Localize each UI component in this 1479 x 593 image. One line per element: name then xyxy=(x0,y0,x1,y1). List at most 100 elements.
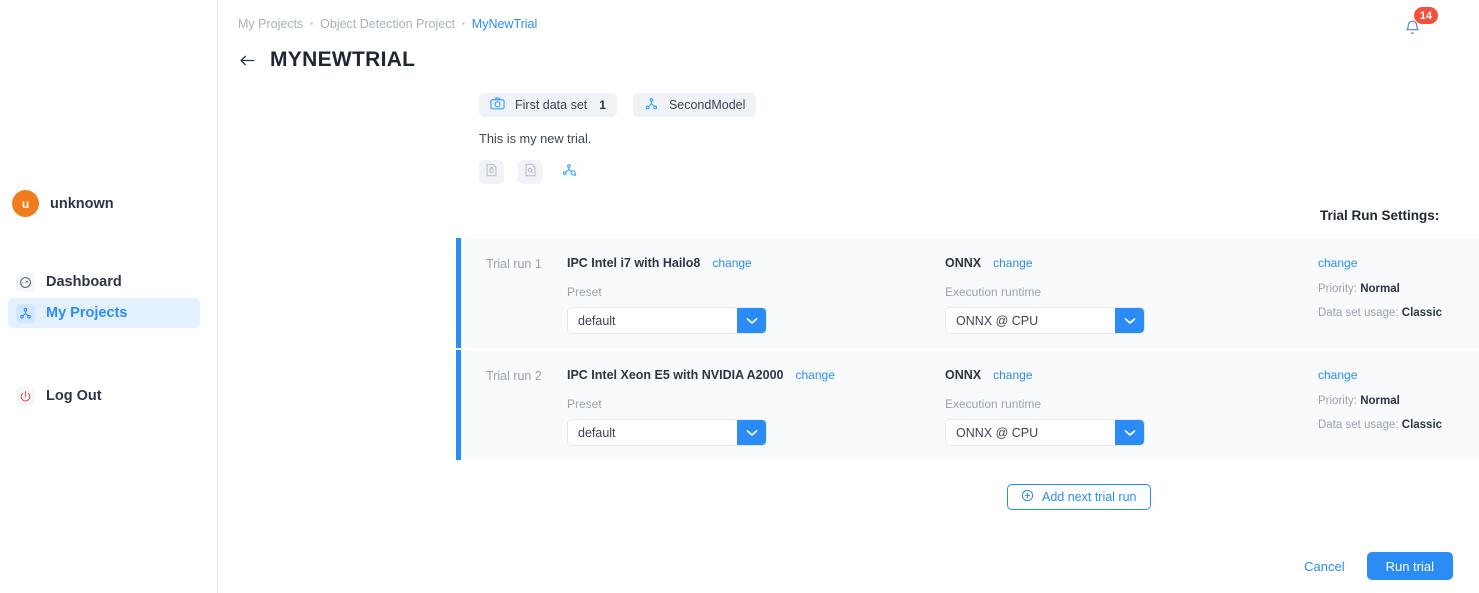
logout-section: Log Out xyxy=(8,381,200,412)
priority-value: Normal xyxy=(1360,395,1400,407)
data-set-usage-row: Data set usage: Classic xyxy=(1318,419,1442,431)
preset-label: Preset xyxy=(567,397,602,411)
sidebar-item-label: My Projects xyxy=(46,305,128,321)
breadcrumb-item-my-projects[interactable]: My Projects xyxy=(238,17,303,31)
data-set-usage-label: Data set usage: xyxy=(1318,419,1399,431)
run-name: Trial run 2 xyxy=(486,369,542,383)
document-search-icon-button[interactable] xyxy=(518,160,543,184)
model-inspect-icon xyxy=(562,163,577,182)
runtime-name: ONNX xyxy=(945,368,982,382)
plus-circle-icon xyxy=(1021,489,1034,505)
run-runtime-column: ONNX change Execution runtime ONNX @ CPU xyxy=(945,238,1145,334)
sidebar-item-dashboard[interactable]: Dashboard xyxy=(8,267,200,297)
back-arrow-icon[interactable] xyxy=(238,51,256,69)
chip-label: SecondModel xyxy=(668,98,746,112)
settings-change-link[interactable]: change xyxy=(1318,256,1357,270)
run-name: Trial run 1 xyxy=(486,257,542,271)
notifications-button[interactable]: 14 xyxy=(1402,7,1438,40)
breadcrumb-separator-icon: ▪ xyxy=(310,19,314,28)
execution-runtime-label: Execution runtime xyxy=(945,285,1042,299)
document-lock-icon-button[interactable] xyxy=(479,160,504,184)
footer-actions: Cancel Run trial xyxy=(1304,552,1453,580)
run-settings-column: change Priority: Normal Data set usage: … xyxy=(1318,238,1442,319)
asset-buttons xyxy=(479,160,582,184)
runtime-change-link[interactable]: change xyxy=(993,368,1032,382)
data-set-usage-value: Classic xyxy=(1401,419,1443,431)
gauge-icon xyxy=(16,272,35,292)
priority-row: Priority: Normal xyxy=(1318,283,1442,295)
preset-select[interactable]: default xyxy=(567,307,767,334)
document-search-icon xyxy=(524,163,537,182)
chip-second-model[interactable]: SecondModel xyxy=(632,93,757,117)
data-set-usage-label: Data set usage: xyxy=(1318,307,1399,319)
sidebar: u unknown Dashboard My Projects Log Out xyxy=(0,0,218,593)
priority-value: Normal xyxy=(1360,283,1400,295)
chevron-down-icon[interactable] xyxy=(1115,420,1144,445)
device-change-link[interactable]: change xyxy=(796,368,835,382)
notification-badge: 14 xyxy=(1414,7,1438,24)
table-row: Trial run 1 IPC Intel i7 with Hailo8 cha… xyxy=(456,238,1479,348)
avatar: u xyxy=(12,190,39,217)
device-change-link[interactable]: change xyxy=(712,256,751,270)
preset-label: Preset xyxy=(567,285,602,299)
settings-title: Trial Run Settings: xyxy=(1320,208,1440,223)
document-lock-icon xyxy=(485,163,498,182)
add-next-trial-run-label: Add next trial run xyxy=(1042,490,1137,504)
execution-runtime-value: ONNX @ CPU xyxy=(946,308,1115,333)
execution-runtime-value: ONNX @ CPU xyxy=(946,420,1115,445)
app-root: u unknown Dashboard My Projects Log Out … xyxy=(0,0,1479,593)
sidebar-item-label: Log Out xyxy=(46,388,102,404)
run-settings-column: change Priority: Normal Data set usage: … xyxy=(1318,350,1442,431)
settings-change-link[interactable]: change xyxy=(1318,368,1357,382)
table-row: Trial run 2 IPC Intel Xeon E5 with NVIDI… xyxy=(456,350,1479,460)
user-name: unknown xyxy=(50,195,114,212)
priority-label: Priority: xyxy=(1318,283,1357,295)
sidebar-item-my-projects[interactable]: My Projects xyxy=(8,298,200,328)
add-next-trial-run-button[interactable]: Add next trial run xyxy=(1007,484,1151,510)
runtime-name: ONNX xyxy=(945,256,982,270)
preset-value: default xyxy=(568,420,737,445)
cancel-button[interactable]: Cancel xyxy=(1304,559,1344,574)
breadcrumb: My Projects ▪ Object Detection Project ▪… xyxy=(238,17,537,31)
chevron-down-icon[interactable] xyxy=(737,420,766,445)
breadcrumb-separator-icon: ▪ xyxy=(461,19,465,28)
entity-chips: First data set 1 SecondModel xyxy=(479,93,757,117)
chip-first-data-set[interactable]: First data set 1 xyxy=(479,93,617,117)
sidebar-item-label: Dashboard xyxy=(46,274,122,290)
model-network-icon xyxy=(644,97,659,114)
preset-select[interactable]: default xyxy=(567,419,767,446)
data-set-usage-value: Classic xyxy=(1401,307,1443,319)
trial-run-settings-header: Trial Run Settings: Change all xyxy=(1320,208,1479,237)
breadcrumb-item-project[interactable]: Object Detection Project xyxy=(320,17,455,31)
device-name: IPC Intel Xeon E5 with NVIDIA A2000 xyxy=(567,368,784,382)
camera-icon xyxy=(490,97,505,113)
sidebar-nav: Dashboard My Projects xyxy=(8,267,200,329)
model-inspect-icon-button[interactable] xyxy=(557,160,582,184)
main-content: My Projects ▪ Object Detection Project ▪… xyxy=(218,0,1479,593)
chevron-down-icon[interactable] xyxy=(1115,308,1144,333)
execution-runtime-label: Execution runtime xyxy=(945,397,1042,411)
trial-description: This is my new trial. xyxy=(479,131,592,146)
execution-runtime-select[interactable]: ONNX @ CPU xyxy=(945,419,1145,446)
page-title-row: MYNEWTRIAL xyxy=(238,48,415,72)
chip-label: First data set xyxy=(515,98,588,112)
run-device-column: IPC Intel i7 with Hailo8 change Preset d… xyxy=(567,238,767,334)
power-icon xyxy=(16,386,35,406)
run-runtime-column: ONNX change Execution runtime ONNX @ CPU xyxy=(945,350,1145,446)
run-trial-button[interactable]: Run trial xyxy=(1366,552,1453,580)
execution-runtime-select[interactable]: ONNX @ CPU xyxy=(945,307,1145,334)
sidebar-item-logout[interactable]: Log Out xyxy=(8,381,200,411)
page-title: MYNEWTRIAL xyxy=(270,48,416,71)
data-set-usage-row: Data set usage: Classic xyxy=(1318,307,1442,319)
network-icon xyxy=(16,303,35,323)
priority-row: Priority: Normal xyxy=(1318,395,1442,407)
trial-runs-list: Trial run 1 IPC Intel i7 with Hailo8 cha… xyxy=(456,238,1479,461)
run-device-column: IPC Intel Xeon E5 with NVIDIA A2000 chan… xyxy=(567,350,835,446)
preset-value: default xyxy=(568,308,737,333)
priority-label: Priority: xyxy=(1318,395,1357,407)
device-name: IPC Intel i7 with Hailo8 xyxy=(567,256,701,270)
breadcrumb-item-current[interactable]: MyNewTrial xyxy=(472,17,538,31)
runtime-change-link[interactable]: change xyxy=(993,256,1032,270)
user-profile[interactable]: u unknown xyxy=(12,190,114,217)
chevron-down-icon[interactable] xyxy=(737,308,766,333)
